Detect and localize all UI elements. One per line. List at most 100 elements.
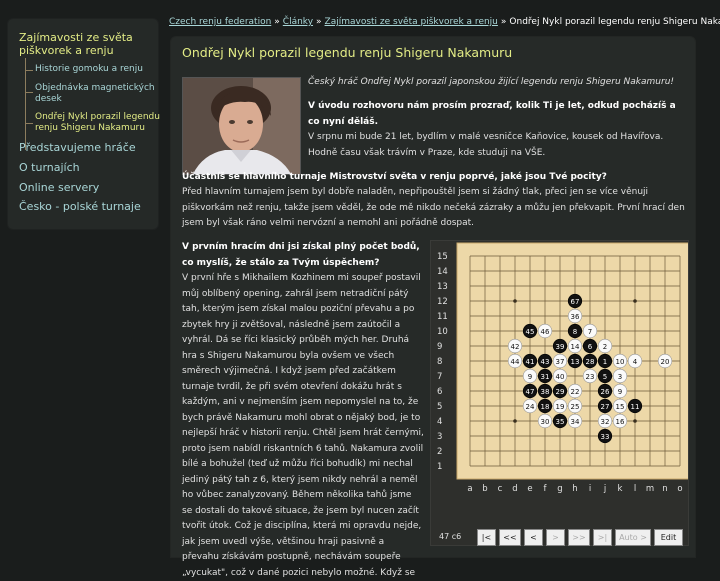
- board-row-label: 4: [437, 417, 442, 427]
- board-star-point: [633, 299, 637, 303]
- board-col-label: o: [677, 484, 682, 494]
- stone-move-number: 36: [571, 313, 580, 321]
- sidebar-tree-tick: [25, 70, 33, 71]
- board-control-button[interactable]: >>: [568, 529, 590, 546]
- board-row-label: 12: [437, 297, 448, 307]
- board-control-button[interactable]: <: [524, 529, 543, 546]
- board-row-label: 2: [437, 447, 442, 457]
- board-col-label: i: [589, 484, 591, 494]
- board-row-label: 15: [437, 252, 448, 262]
- breadcrumb: Czech renju federation» Články» Zajímavost…: [169, 17, 720, 31]
- stone-move-number: 11: [631, 403, 640, 411]
- game-board[interactable]: 151413121110987654321a b c d e f g h i j k l m n o6736…: [431, 241, 688, 527]
- stone-move-number: 16: [616, 418, 625, 426]
- stone-move-number: 44: [511, 358, 520, 366]
- board-control-button[interactable]: Edit: [654, 529, 683, 546]
- board-col-label: e: [527, 484, 532, 494]
- question-2: Účastníš se hlavního turnaje Mistrovství…: [182, 172, 607, 182]
- stone-move-number: 32: [601, 418, 610, 426]
- breadcrumb-separator: »: [500, 17, 507, 27]
- stone-move-number: 31: [541, 373, 550, 381]
- sidebar-item-nykl-active[interactable]: Ondřej Nykl porazil legendu renju Shiger…: [35, 112, 160, 134]
- board-col-label: b: [482, 484, 487, 494]
- board-row-label: 14: [437, 267, 448, 277]
- sidebar-item-predstavujeme[interactable]: Představujeme hráče: [19, 141, 159, 154]
- player-photo-image: [183, 78, 300, 174]
- stone-move-number: 15: [616, 403, 625, 411]
- stone-move-number: 38: [541, 388, 550, 396]
- stone-move-number: 22: [571, 388, 580, 396]
- board-row-label: 8: [437, 357, 442, 367]
- stone-move-number: 3: [618, 373, 622, 381]
- board-col-label: h: [572, 484, 577, 494]
- board-control-button[interactable]: >: [546, 529, 565, 546]
- stone-move-number: 24: [526, 403, 535, 411]
- player-photo: [182, 77, 301, 175]
- sidebar-item-turnaje[interactable]: O turnajích: [19, 161, 159, 174]
- breadcrumb-link[interactable]: Články: [283, 17, 313, 27]
- question-1: V úvodu rozhovoru nám prosím prozraď, ko…: [308, 101, 676, 127]
- board-row-label: 9: [437, 342, 442, 352]
- stone-move-number: 41: [526, 358, 535, 366]
- stone-move-number: 27: [601, 403, 610, 411]
- question-3: V prvním hracím dni jsi získal plný poče…: [182, 242, 420, 268]
- sidebar-tree-line: [25, 58, 34, 150]
- stone-move-number: 34: [571, 418, 580, 426]
- board-col-label: m: [646, 484, 654, 494]
- stone-move-number: 13: [571, 358, 580, 366]
- board-row-label: 11: [437, 312, 448, 322]
- sidebar-item-online-servery[interactable]: Online servery: [19, 181, 159, 194]
- stone-move-number: 7: [588, 328, 592, 336]
- board-col-label: f: [544, 484, 548, 494]
- board-col-label: l: [634, 484, 636, 494]
- board-control-button[interactable]: <<: [499, 529, 521, 546]
- stone-move-number: 26: [601, 388, 610, 396]
- stone-move-number: 42: [511, 343, 520, 351]
- board-control-button[interactable]: |<: [477, 529, 496, 546]
- stone-move-number: 43: [541, 358, 550, 366]
- stone-move-number: 30: [541, 418, 550, 426]
- board-star-point: [633, 419, 637, 423]
- sidebar-tree-tick: [25, 123, 33, 124]
- answer-1: V srpnu mi bude 21 let, bydlím v malé ve…: [308, 132, 664, 158]
- breadcrumb-separator: »: [274, 17, 280, 27]
- stone-move-number: 46: [541, 328, 550, 336]
- sidebar-item-cesko-polske[interactable]: Česko - polské turnaje: [19, 200, 159, 213]
- board-col-label: k: [618, 484, 623, 494]
- stone-move-number: 23: [586, 373, 595, 381]
- stone-move-number: 40: [556, 373, 565, 381]
- board-control-button[interactable]: Auto >: [615, 529, 651, 546]
- breadcrumb-link[interactable]: Czech renju federation: [169, 17, 271, 27]
- breadcrumb-current: Ondřej Nykl porazil legendu renju Shiger…: [509, 17, 720, 27]
- answer-2: Před hlavním turnajem jsem byl dobře nal…: [182, 187, 685, 228]
- breadcrumb-link[interactable]: Zajímavosti ze světa piškvorek a renju: [325, 17, 498, 27]
- board-row-label: 3: [437, 432, 442, 442]
- board-row-label: 5: [437, 402, 442, 412]
- board-col-label: c: [498, 484, 503, 494]
- board-star-point: [513, 299, 517, 303]
- move-counter: 47 c6: [439, 532, 462, 541]
- stone-move-number: 8: [573, 328, 577, 336]
- board-row-label: 1: [437, 462, 442, 472]
- stone-move-number: 25: [571, 403, 580, 411]
- sidebar-section-title[interactable]: Zajímavosti ze světa piškvorek a renju: [19, 31, 154, 57]
- stone-move-number: 14: [571, 343, 580, 351]
- breadcrumb-separator: »: [316, 17, 322, 27]
- board-col-label: d: [512, 484, 517, 494]
- game-board-viewer: 15 14 13 12 11 10 9 8 7 6 5 4 3 2 1 a b c d e f g h i j k l m n o 67 36…: [430, 240, 689, 546]
- board-row-label: 7: [437, 372, 442, 382]
- stone-move-number: 28: [586, 358, 595, 366]
- answer-3: V první hře s Mikhailem Kozhinem mi soup…: [182, 273, 424, 578]
- stone-move-number: 9: [528, 373, 532, 381]
- stone-move-number: 2: [603, 343, 607, 351]
- board-row-label: 13: [437, 282, 448, 292]
- stone-move-number: 9: [618, 388, 622, 396]
- article-panel: Ondřej Nykl porazil legendu renju Shiger…: [170, 36, 696, 578]
- stone-move-number: 39: [556, 343, 565, 351]
- stone-move-number: 1: [603, 358, 607, 366]
- sidebar-item-objednavka[interactable]: Objednávka magnetických desek: [35, 83, 160, 105]
- board-col-label: j: [603, 484, 606, 494]
- board-control-button[interactable]: >|: [593, 529, 612, 546]
- stone-move-number: 67: [571, 298, 580, 306]
- sidebar-item-historie[interactable]: Historie gomoku a renju: [35, 64, 160, 75]
